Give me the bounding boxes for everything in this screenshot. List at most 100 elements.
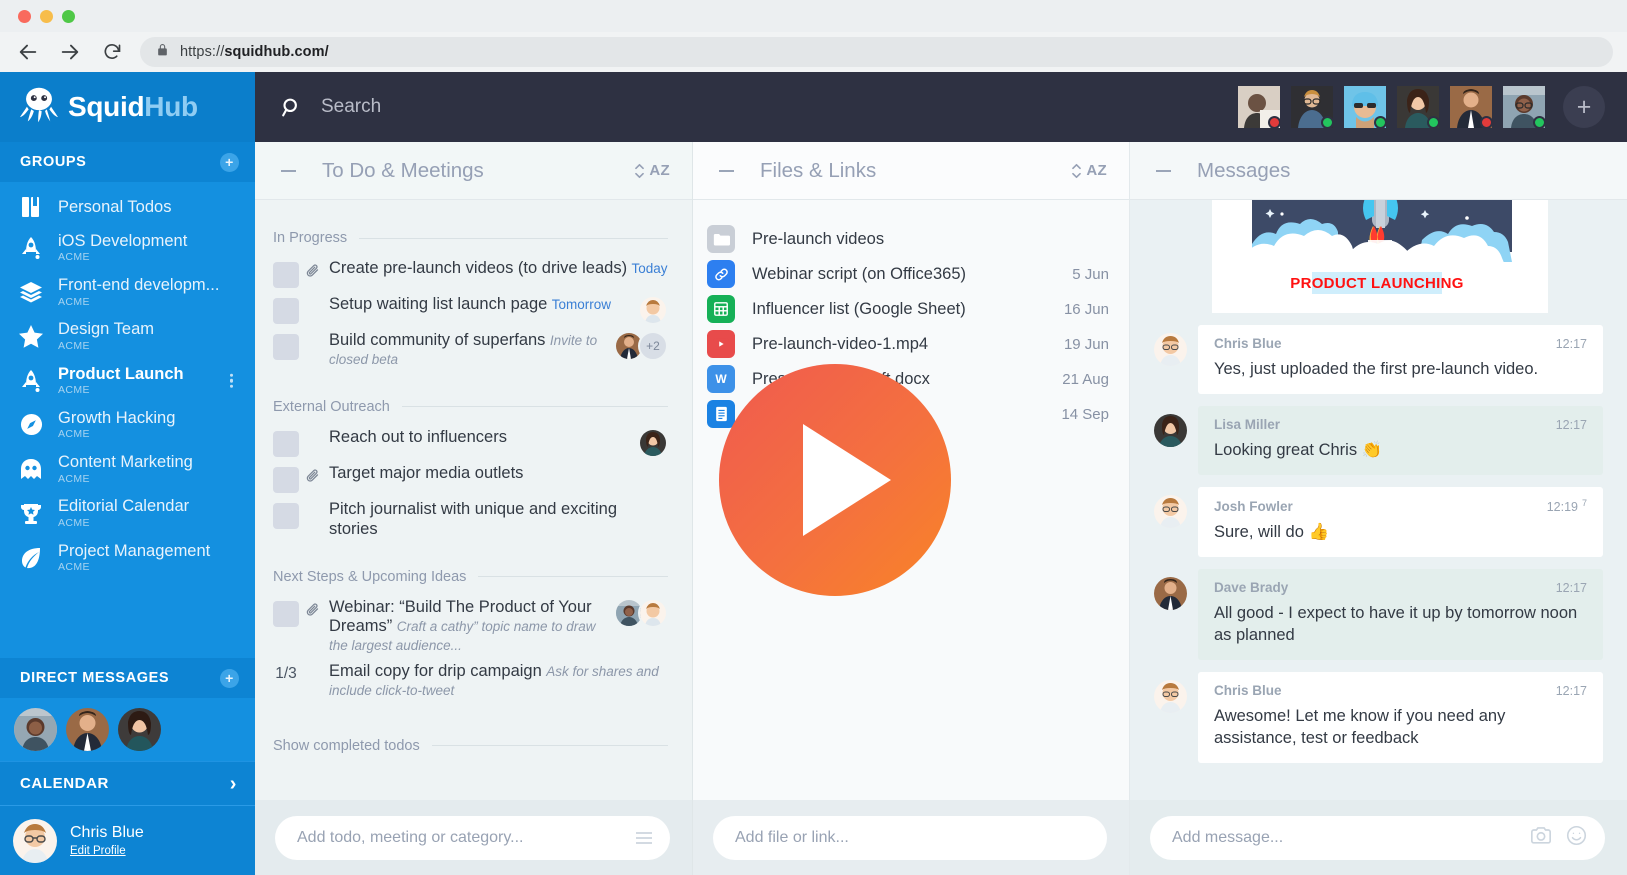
collapse-icon[interactable] [719, 169, 734, 172]
message-row: Lisa Miller 12:17 Looking great Chris 👏 [1154, 405, 1603, 475]
add-file-input[interactable]: Add file or link... [713, 815, 1107, 860]
file-name: Influencer list (Google Sheet) [752, 299, 966, 318]
message-bubble[interactable]: Josh Fowler 12:19 7 Sure, will do 👍 [1198, 486, 1603, 557]
avatar[interactable] [66, 708, 109, 751]
todo-item[interactable]: Target major media outlets [273, 461, 668, 497]
todo-checkbox[interactable] [273, 430, 299, 457]
add-member-button[interactable]: + [1563, 86, 1605, 128]
sort-az-button[interactable]: AZ [1071, 162, 1107, 179]
todo-item[interactable]: Setup waiting list launch page Tomorrow [273, 292, 668, 328]
window-close-button[interactable] [18, 9, 31, 23]
book-icon [18, 194, 44, 220]
sidebar-item-product-launch[interactable]: Product Launch ACME [0, 359, 255, 403]
todo-checkbox[interactable] [273, 262, 299, 288]
play-video-button[interactable] [719, 364, 951, 596]
todo-item[interactable]: Pitch journalist with unique and excitin… [273, 497, 668, 543]
todo-checkbox[interactable] [273, 298, 299, 324]
search-bar[interactable]: Search [281, 96, 1238, 118]
message-bubble[interactable]: Chris Blue 12:17 Yes, just uploaded the … [1198, 325, 1603, 394]
sidebar-item-label: Personal Todos [58, 197, 172, 216]
sidebar-item-frontend-development[interactable]: Front-end developm... ACME [0, 270, 255, 314]
avatar[interactable] [1154, 576, 1187, 610]
forward-arrow-icon[interactable] [56, 38, 84, 66]
message-bubble[interactable]: Dave Brady 12:17 All good - I expect to … [1198, 568, 1603, 660]
avatar[interactable] [1154, 333, 1187, 366]
avatar[interactable] [1344, 86, 1387, 129]
search-icon [281, 97, 302, 118]
sidebar-item-project-management[interactable]: Project Management ACME [0, 536, 255, 580]
sidebar-item-design-team[interactable]: Design Team ACME [0, 314, 255, 358]
add-group-button[interactable]: + [220, 152, 239, 172]
group-options-button[interactable] [229, 373, 233, 389]
avatar[interactable] [638, 295, 668, 325]
message-attachment-image[interactable]: PRODUCT LAUNCHING [1212, 200, 1548, 313]
add-message-input[interactable]: Add message... [1150, 815, 1605, 860]
sidebar-item-ios-development[interactable]: iOS Development ACME [0, 226, 255, 270]
sidebar-item-growth-hacking[interactable]: Growth Hacking ACME [0, 403, 255, 447]
user-profile-bar[interactable]: Chris Blue Edit Profile [0, 805, 255, 875]
message-author: Chris Blue [1214, 336, 1282, 351]
window-maximize-button[interactable] [62, 9, 75, 23]
avatar[interactable] [14, 708, 57, 751]
avatar[interactable] [13, 818, 57, 863]
edit-profile-link[interactable]: Edit Profile [70, 845, 144, 857]
message-bubble[interactable]: Lisa Miller 12:17 Looking great Chris 👏 [1198, 405, 1603, 475]
sidebar-item-editorial-calendar[interactable]: Editorial Calendar ACME [0, 491, 255, 535]
sidebar-item-personal-todos[interactable]: Personal Todos [0, 188, 255, 226]
avatar[interactable] [1291, 86, 1334, 129]
sort-az-button[interactable]: AZ [634, 162, 670, 179]
back-arrow-icon[interactable] [14, 38, 42, 66]
chevron-right-icon[interactable]: › [230, 774, 237, 794]
avatar[interactable] [1503, 86, 1546, 129]
collapse-icon[interactable] [1156, 169, 1171, 172]
add-direct-message-button[interactable]: + [220, 668, 239, 688]
file-row[interactable]: Pre-launch videos [707, 222, 1109, 256]
camera-icon[interactable] [1530, 826, 1552, 850]
window-minimize-button[interactable] [40, 9, 53, 23]
more-assignees-badge[interactable]: +2 [638, 331, 668, 361]
avatar[interactable] [1154, 413, 1187, 447]
todo-checkbox[interactable] [273, 466, 299, 493]
reload-icon[interactable] [98, 38, 126, 66]
todo-checkbox[interactable] [273, 334, 299, 360]
sidebar-item-org: ACME [58, 516, 90, 529]
menu-icon[interactable] [636, 831, 652, 844]
todo-item[interactable]: Create pre-launch videos (to drive leads… [273, 256, 668, 292]
calendar-section-header[interactable]: CALENDAR › [0, 761, 255, 805]
show-completed-todos-label[interactable]: Show completed todos [273, 738, 420, 754]
sidebar-item-content-marketing[interactable]: Content Marketing ACME [0, 447, 255, 491]
smiley-icon[interactable] [1566, 825, 1587, 851]
compass-icon [18, 412, 44, 438]
file-name: Webinar script (on Office365) [752, 264, 966, 283]
message-row: Dave Brady 12:17 All good - I expect to … [1154, 568, 1603, 660]
file-row[interactable]: Webinar script (on Office365) 5 Jun [707, 257, 1109, 291]
todo-title: Create pre-launch videos (to drive leads… [329, 259, 628, 277]
todo-item[interactable]: Webinar: “Build The Product of Your Drea… [273, 595, 668, 660]
avatar[interactable] [638, 427, 668, 458]
todo-item[interactable]: Build community of superfans Invite to c… [273, 328, 668, 373]
message-bubble[interactable]: Chris Blue 12:17 Awesome! Let me know if… [1198, 671, 1603, 763]
todo-item[interactable]: 1/3 Email copy for drip campaign Ask for… [273, 659, 668, 704]
avatar[interactable] [1450, 86, 1493, 129]
todo-checkbox[interactable] [273, 502, 299, 529]
main-area: Search + To Do & Meetings AZ In Progress… [255, 72, 1627, 875]
lock-icon [156, 43, 169, 62]
todo-checkbox[interactable] [273, 600, 299, 627]
avatar[interactable] [638, 597, 668, 628]
avatar[interactable] [1238, 86, 1281, 129]
show-completed-row[interactable]: Show completed todos [273, 738, 668, 754]
collapse-icon[interactable] [281, 169, 296, 172]
message-author: Chris Blue [1214, 682, 1282, 698]
avatar[interactable] [1154, 494, 1187, 528]
file-row[interactable]: Pre-launch-video-1.mp4 19 Jun [707, 327, 1109, 361]
file-row[interactable]: Influencer list (Google Sheet) 16 Jun [707, 292, 1109, 326]
direct-messages-label: DIRECT MESSAGES [20, 670, 170, 686]
avatar[interactable] [118, 708, 161, 751]
app-logo[interactable]: SquidHub [0, 72, 255, 142]
add-todo-input[interactable]: Add todo, meeting or category... [275, 815, 670, 860]
avatar[interactable] [1154, 679, 1187, 713]
avatar[interactable] [1397, 86, 1440, 129]
address-bar[interactable]: https://squidhub.com/ [140, 37, 1613, 67]
todo-item[interactable]: Reach out to influencers [273, 425, 668, 461]
search-input[interactable]: Search [321, 96, 381, 118]
